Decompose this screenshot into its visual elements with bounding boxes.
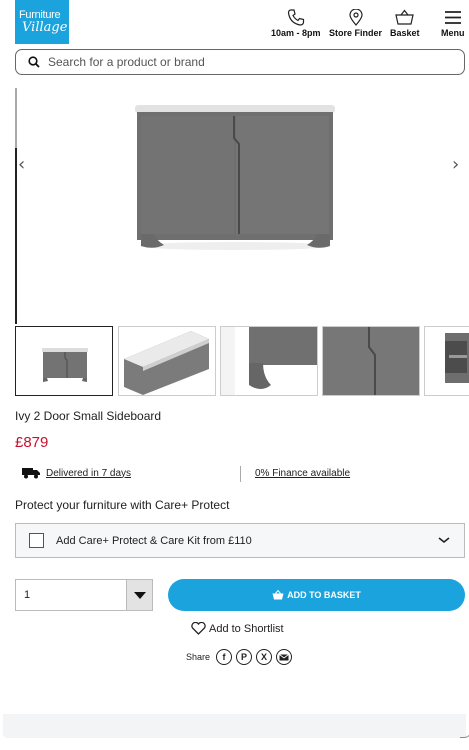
- product-title: Ivy 2 Door Small Sideboard: [15, 409, 162, 423]
- gallery-next-arrow[interactable]: ›: [452, 154, 459, 175]
- gallery-thumbnail[interactable]: [15, 326, 113, 396]
- gallery-thumbnail[interactable]: [424, 326, 469, 396]
- x-twitter-icon[interactable]: X: [256, 649, 273, 665]
- care-protect-label: Add Care+ Protect & Care Kit from £110: [56, 534, 252, 547]
- share-label: Share: [186, 652, 211, 662]
- chevron-down-icon[interactable]: [438, 534, 450, 546]
- delivery-info[interactable]: Delivered in 7 days: [22, 467, 131, 479]
- phone-link[interactable]: 10am - 8pm: [271, 9, 321, 38]
- search-bar[interactable]: [15, 49, 465, 75]
- add-to-shortlist-button[interactable]: Add to Shortlist: [191, 622, 284, 635]
- add-to-basket-button[interactable]: ADD TO BASKET: [168, 579, 465, 611]
- scroll-corner: [460, 698, 469, 738]
- menu-label: Menu: [441, 28, 465, 38]
- main-product-image: [135, 105, 335, 250]
- basket-icon: [395, 9, 415, 25]
- thumbnail-leg-detail-image: [221, 327, 317, 395]
- phone-hours: 10am - 8pm: [271, 28, 321, 38]
- product-price: £879: [15, 434, 49, 451]
- shortlist-label: Add to Shortlist: [209, 622, 284, 635]
- hamburger-menu-icon: [444, 11, 461, 24]
- caret-down-icon: [133, 591, 146, 599]
- thumbnail-texture-image: [323, 327, 419, 395]
- basket-label: Basket: [390, 28, 420, 38]
- care-protect-option[interactable]: Add Care+ Protect & Care Kit from £110: [15, 523, 465, 558]
- logo-line2: Village: [22, 19, 68, 35]
- share-row: Share f P X: [186, 649, 293, 665]
- location-pin-icon: [348, 9, 363, 26]
- thumbnail-top-image: [124, 331, 209, 395]
- quantity-dropdown-button[interactable]: [126, 580, 152, 610]
- pinterest-icon[interactable]: P: [236, 649, 253, 665]
- info-divider: [240, 466, 241, 482]
- search-input[interactable]: [48, 55, 428, 69]
- finance-link[interactable]: 0% Finance available: [255, 468, 350, 479]
- thumbnail-front-image: [42, 348, 88, 382]
- basket-icon: [272, 590, 284, 600]
- delivery-truck-icon: [22, 468, 40, 479]
- care-protect-checkbox[interactable]: [29, 533, 44, 548]
- footer-band: [3, 714, 466, 738]
- phone-icon: [287, 9, 304, 26]
- search-icon: [28, 56, 40, 68]
- add-to-basket-label: ADD TO BASKET: [287, 590, 361, 600]
- email-icon[interactable]: [276, 649, 293, 665]
- store-finder-link[interactable]: Store Finder: [329, 9, 382, 38]
- logo-line1: Furniture: [19, 8, 61, 21]
- basket-link[interactable]: Basket: [390, 9, 420, 38]
- gallery-edge-highlight: [15, 88, 17, 148]
- quantity-value: 1: [24, 589, 31, 601]
- quantity-select[interactable]: 1: [15, 579, 153, 611]
- gallery-prev-arrow[interactable]: ‹: [18, 154, 25, 175]
- facebook-icon[interactable]: f: [216, 649, 233, 665]
- protect-heading: Protect your furniture with Care+ Protec…: [15, 498, 230, 512]
- gallery-thumbnail[interactable]: [322, 326, 420, 396]
- menu-button[interactable]: Menu: [441, 9, 465, 38]
- gallery-thumbnail[interactable]: [220, 326, 318, 396]
- delivery-link[interactable]: Delivered in 7 days: [46, 468, 131, 479]
- brand-logo[interactable]: Furniture Village: [15, 0, 69, 44]
- heart-icon: [191, 622, 206, 635]
- store-finder-label: Store Finder: [329, 28, 383, 38]
- thumbnail-open-door-image: [445, 333, 469, 383]
- gallery-thumbnail[interactable]: [118, 326, 216, 396]
